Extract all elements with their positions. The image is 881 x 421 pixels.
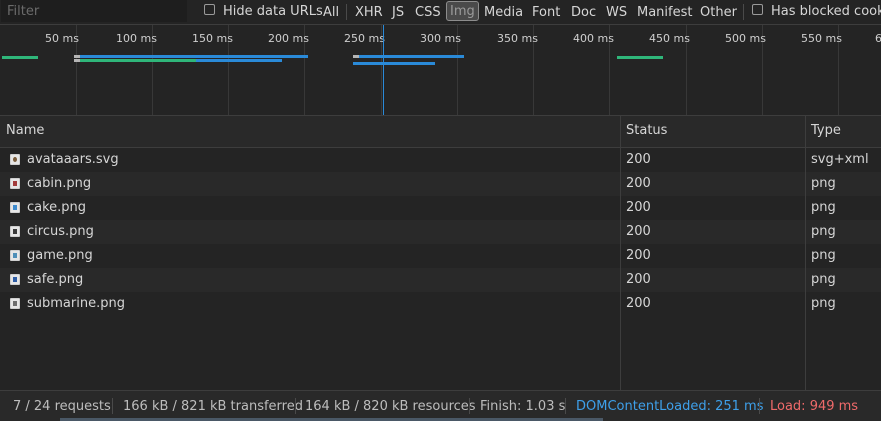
request-type: png [811,224,836,239]
timeline-tick-label: 450 ms [649,32,690,45]
type-filter-css[interactable]: CSS [415,5,441,21]
table-row[interactable]: safe.png 200 png [0,268,881,292]
request-name: submarine.png [27,296,125,311]
type-filter-doc[interactable]: Doc [571,5,596,21]
column-header-status[interactable]: Status [626,123,667,138]
has-blocked-cookies-checkbox[interactable] [752,4,763,15]
request-name: cake.png [27,200,87,215]
timeline-tick-label: 550 ms [801,32,842,45]
image-file-icon [10,250,20,261]
request-type: png [811,248,836,263]
request-type: png [811,176,836,191]
domcontentloaded-time: DOMContentLoaded: 251 ms [576,399,764,414]
finish-time: Finish: 1.03 s [480,399,566,414]
column-header-name[interactable]: Name [6,123,44,138]
type-filter-ws[interactable]: WS [606,5,627,21]
request-bar [353,62,435,65]
hide-data-urls-label: Hide data URLs [223,4,323,19]
type-filter-js[interactable]: JS [392,5,404,21]
image-file-icon [10,202,20,213]
request-status: 200 [626,200,651,215]
timeline-tick-label: 100 ms [116,32,157,45]
table-row[interactable]: avataaars.svg 200 svg+xml [0,148,881,172]
domcontentloaded-marker [383,25,384,115]
transferred-size: 166 kB / 821 kB transferred [123,399,303,414]
toolbar-separator [743,4,744,20]
request-status: 200 [626,152,651,167]
request-table-header: Name Status Type [0,116,881,148]
type-filter-font[interactable]: Font [532,5,560,21]
request-bar [2,56,38,59]
request-status: 200 [626,248,651,263]
request-status: 200 [626,296,651,311]
type-filter-manifest[interactable]: Manifest [637,5,692,21]
network-toolbar: Hide data URLs All XHR JS CSS Img Media … [0,0,881,25]
resources-size: 164 kB / 820 kB resources [305,399,476,414]
status-divider [112,398,113,414]
image-file-icon [10,274,20,285]
table-row[interactable]: cake.png 200 png [0,196,881,220]
type-filter-other[interactable]: Other [700,5,737,21]
request-status: 200 [626,224,651,239]
column-divider[interactable] [805,116,806,390]
status-divider [759,398,760,414]
table-row[interactable]: game.png 200 png [0,244,881,268]
timeline-tick-label: 200 ms [268,32,309,45]
hide-data-urls-checkbox[interactable] [204,4,215,15]
image-file-icon [10,226,20,237]
table-row[interactable]: submarine.png 200 png [0,292,881,316]
type-filter-img[interactable]: Img [446,1,479,21]
load-time: Load: 949 ms [770,399,859,414]
type-filter-media[interactable]: Media [484,5,523,21]
table-row[interactable]: circus.png 200 png [0,220,881,244]
request-status: 200 [626,272,651,287]
request-bar [617,56,663,59]
request-bar [80,55,308,58]
timeline-tick-label: 350 ms [497,32,538,45]
column-header-type[interactable]: Type [811,123,841,138]
request-name: game.png [27,248,93,263]
status-divider [565,398,566,414]
timeline-tick-label: 500 ms [725,32,766,45]
timeline-overview[interactable]: 50 ms 100 ms 150 ms 200 ms 250 ms 300 ms… [0,25,881,116]
request-name: safe.png [27,272,84,287]
image-file-icon [10,178,20,189]
timeline-tick-label: 150 ms [192,32,233,45]
table-row[interactable]: cabin.png 200 png [0,172,881,196]
request-type: png [811,296,836,311]
timeline-tick-label: 6 [875,32,881,45]
status-divider [295,398,296,414]
request-bar [359,55,464,58]
svg-file-icon [10,154,20,165]
timeline-tick-label: 400 ms [573,32,614,45]
request-name: circus.png [27,224,94,239]
network-summary-bar: 7 / 24 requests 166 kB / 821 kB transfer… [0,390,881,421]
request-bar [196,59,282,62]
timeline-tick-label: 300 ms [420,32,461,45]
status-divider [469,398,470,414]
type-filter-xhr[interactable]: XHR [355,5,383,21]
timeline-tick-label: 50 ms [45,32,79,45]
request-name: avataaars.svg [27,152,119,167]
request-status: 200 [626,176,651,191]
image-file-icon [10,298,20,309]
timeline-tick-label: 250 ms [344,32,385,45]
request-type: svg+xml [811,152,869,167]
request-type: png [811,200,836,215]
has-blocked-cookies-label: Has blocked cookie [771,4,881,19]
filter-input[interactable] [1,0,187,22]
toolbar-separator [346,4,347,20]
request-list: avataaars.svg 200 svg+xml cabin.png 200 … [0,148,881,316]
request-name: cabin.png [27,176,92,191]
request-count: 7 / 24 requests [13,399,111,414]
type-filter-all[interactable]: All [323,5,339,21]
request-type: png [811,272,836,287]
column-divider[interactable] [620,116,621,390]
